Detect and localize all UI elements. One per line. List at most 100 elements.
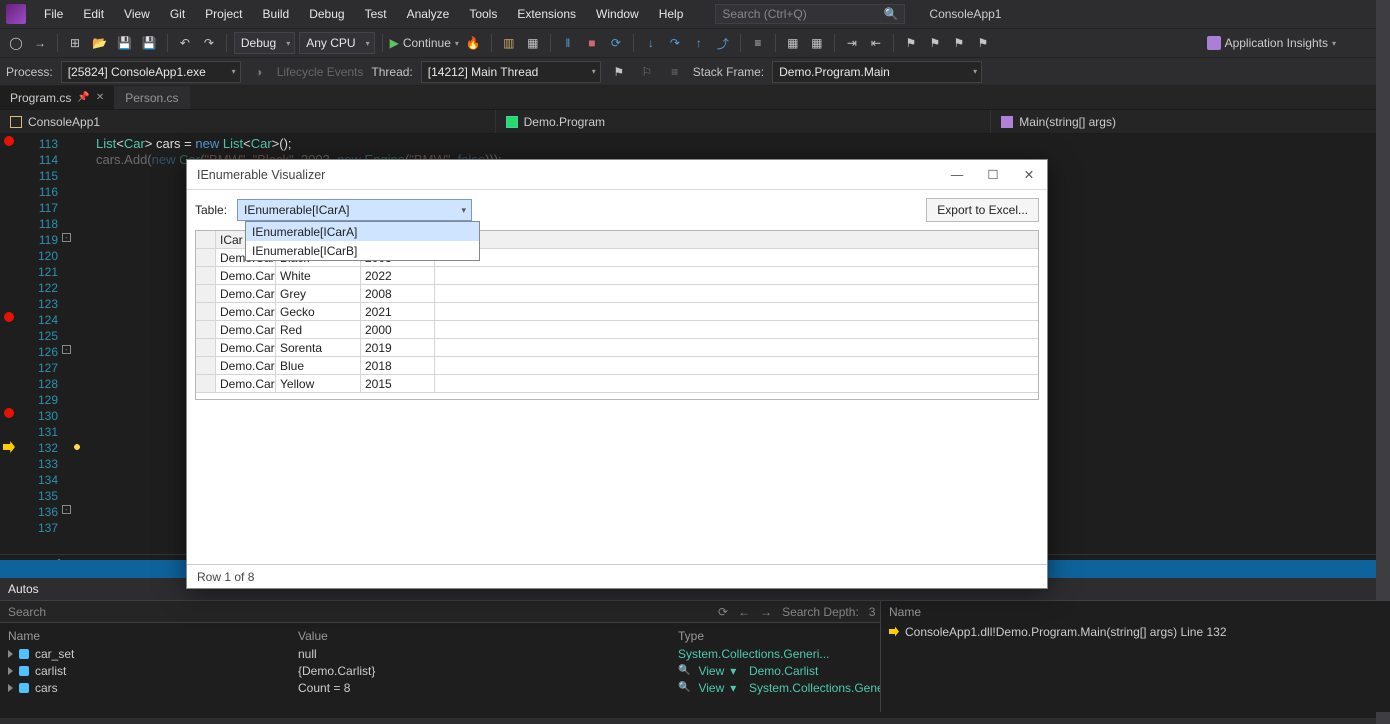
visualizer-icon[interactable]: 🔍 [678, 665, 690, 676]
grid-cell[interactable]: 2018 [361, 357, 435, 374]
config-dropdown[interactable]: Debug [234, 32, 295, 54]
row-header[interactable] [196, 249, 216, 266]
breakpoint-icon[interactable] [4, 136, 14, 146]
outline-collapse-icon[interactable]: - [62, 345, 71, 354]
view-button[interactable]: View [698, 664, 724, 678]
export-excel-button[interactable]: Export to Excel... [926, 198, 1039, 222]
tb-misc-a-icon[interactable]: ▦ [783, 32, 803, 54]
thread-dropdown[interactable]: [14212] Main Thread [421, 61, 601, 83]
dialog-titlebar[interactable]: IEnumerable Visualizer — ☐ ✕ [187, 160, 1047, 190]
grid-cell[interactable]: Yellow [276, 375, 361, 392]
global-search-input[interactable]: Search (Ctrl+Q) 🔍 [715, 4, 905, 24]
refresh-icon[interactable]: ⟳ [718, 605, 728, 619]
grid-cell[interactable] [435, 375, 1038, 392]
breakpoint-icon[interactable] [4, 312, 14, 322]
grid-cell[interactable]: Grey [276, 285, 361, 302]
outline-collapse-icon[interactable]: - [62, 505, 71, 514]
tool-window-icon[interactable]: ▦ [523, 32, 543, 54]
expander-icon[interactable] [8, 684, 13, 692]
autos-var-row[interactable]: car_set [8, 645, 282, 662]
autos-col-value[interactable]: Value [298, 627, 662, 645]
lifecycle-icon[interactable]: ◑ [249, 61, 269, 83]
grid-cell[interactable] [435, 285, 1038, 302]
callstack-header[interactable]: Name [881, 601, 1390, 623]
breakpoint-margin[interactable] [0, 134, 18, 554]
menu-file[interactable]: File [36, 3, 71, 25]
grid-cell[interactable]: Demo.Car [216, 357, 276, 374]
grid-row[interactable]: Demo.CarGrey2008 [196, 285, 1038, 303]
break-all-icon[interactable]: ‖ [558, 32, 578, 54]
row-header[interactable] [196, 375, 216, 392]
grid-cell[interactable] [435, 303, 1038, 320]
process-dropdown[interactable]: [25824] ConsoleApp1.exe [61, 61, 241, 83]
option-icarb[interactable]: IEnumerable[ICarB] [246, 241, 479, 260]
autos-var-row[interactable]: cars [8, 679, 282, 696]
grid-cell[interactable] [435, 267, 1038, 284]
grid-cell[interactable]: 2000 [361, 321, 435, 338]
search-depth-value[interactable]: 3 [869, 605, 876, 619]
step-over-icon[interactable]: ↷ [665, 32, 685, 54]
tb-misc-b-icon[interactable]: ▦ [807, 32, 827, 54]
menu-project[interactable]: Project [197, 3, 250, 25]
grid-cell[interactable]: Gecko [276, 303, 361, 320]
grid-cell[interactable]: Red [276, 321, 361, 338]
save-icon[interactable]: 💾 [114, 32, 135, 54]
show-next-stmt-icon[interactable]: ≡ [748, 32, 768, 54]
menu-window[interactable]: Window [588, 3, 647, 25]
grid-cell[interactable]: Blue [276, 357, 361, 374]
tab-person-cs[interactable]: Person.cs [115, 86, 189, 109]
tab-program-cs[interactable]: Program.cs 📌 ✕ [0, 86, 115, 109]
menu-edit[interactable]: Edit [75, 3, 112, 25]
bookmark-clear-icon[interactable]: ⚑ [973, 32, 993, 54]
thread-filter-icon[interactable]: ≡ [665, 61, 685, 83]
restart-icon[interactable]: ⟳ [606, 32, 626, 54]
redo-icon[interactable]: ↷ [199, 32, 219, 54]
view-button[interactable]: View [698, 681, 724, 695]
expander-icon[interactable] [8, 667, 13, 675]
nav-back-icon[interactable]: ◯ [6, 32, 26, 54]
grid-row[interactable]: Demo.CarGecko2021 [196, 303, 1038, 321]
close-icon[interactable]: ✕ [96, 92, 104, 103]
row-header[interactable] [196, 339, 216, 356]
grid-cell[interactable]: 2019 [361, 339, 435, 356]
outlining-margin[interactable]: - - - [58, 134, 76, 554]
visualizer-icon[interactable]: 🔍 [678, 682, 690, 693]
grid-cell[interactable]: White [276, 267, 361, 284]
nav-class-combo[interactable]: Demo.Program [496, 110, 992, 133]
autos-search-input[interactable]: Search [8, 605, 46, 619]
grid-cell[interactable]: Demo.Car [216, 339, 276, 356]
grid-cell[interactable] [435, 357, 1038, 374]
stop-debug-icon[interactable]: ■ [582, 32, 602, 54]
nav-method-combo[interactable]: Main(string[] args) [991, 110, 1390, 133]
expander-icon[interactable] [8, 650, 13, 658]
autos-var-row[interactable]: carlist [8, 662, 282, 679]
menu-view[interactable]: View [116, 3, 158, 25]
callstack-frame-row[interactable]: ConsoleApp1.dll!Demo.Program.Main(string… [881, 623, 1390, 640]
save-all-icon[interactable]: 💾 [139, 32, 160, 54]
menu-build[interactable]: Build [255, 3, 298, 25]
grid-cell[interactable]: Sorenta [276, 339, 361, 356]
step-into-icon[interactable]: ↓ [641, 32, 661, 54]
row-header[interactable] [196, 285, 216, 302]
bookmark-prev-icon[interactable]: ⚑ [925, 32, 945, 54]
menu-help[interactable]: Help [651, 3, 692, 25]
close-button[interactable]: ✕ [1011, 160, 1047, 190]
grid-cell[interactable]: Demo.Car [216, 285, 276, 302]
menu-debug[interactable]: Debug [301, 3, 352, 25]
grid-cell[interactable]: Demo.Car [216, 303, 276, 320]
maximize-button[interactable]: ☐ [975, 160, 1011, 190]
menu-test[interactable]: Test [357, 3, 395, 25]
outline-collapse-icon[interactable]: - [62, 233, 71, 242]
grid-cell[interactable]: Demo.Car [216, 375, 276, 392]
platform-dropdown[interactable]: Any CPU [299, 32, 374, 54]
grid-cell[interactable]: 2021 [361, 303, 435, 320]
grid-row[interactable]: Demo.CarWhite2022 [196, 267, 1038, 285]
grid-row[interactable]: Demo.CarYellow2015 [196, 375, 1038, 393]
bookmark-next-icon[interactable]: ⚑ [949, 32, 969, 54]
step-back-icon[interactable]: ⤴ [713, 32, 733, 54]
grid-row[interactable]: Demo.CarBlue2018 [196, 357, 1038, 375]
menu-tools[interactable]: Tools [461, 3, 505, 25]
option-icara[interactable]: IEnumerable[ICarA] [246, 222, 479, 241]
row-header[interactable] [196, 321, 216, 338]
grid-cell[interactable]: Demo.Car [216, 321, 276, 338]
